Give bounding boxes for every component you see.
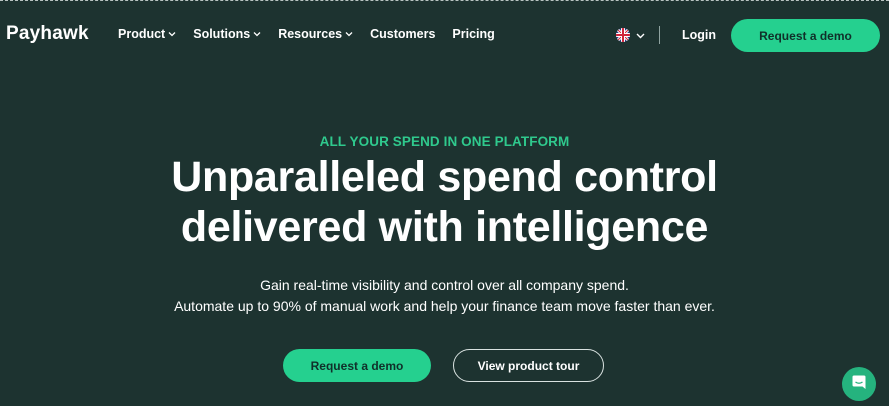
hero-request-demo-button[interactable]: Request a demo [283, 349, 431, 382]
request-demo-button[interactable]: Request a demo [731, 19, 880, 52]
nav-item-label: Resources [278, 27, 343, 41]
headline-line-1: Unparalleled spend control [171, 153, 718, 201]
top-navigation: Payhawk Product Solutions Resources Cust… [0, 0, 889, 70]
nav-item-resources[interactable]: Resources [278, 27, 353, 41]
hero-subtext: Gain real-time visibility and control ov… [0, 275, 889, 317]
subtext-line-2: Automate up to 90% of manual work and he… [174, 298, 715, 314]
view-product-tour-button[interactable]: View product tour [453, 349, 604, 382]
payhawk-logo[interactable]: Payhawk [6, 23, 89, 45]
hero-eyebrow: ALL YOUR SPEND IN ONE PLATFORM [319, 134, 570, 149]
chat-bubble-icon [851, 374, 867, 395]
nav-item-label: Solutions [193, 27, 251, 41]
chevron-down-icon [168, 30, 176, 38]
hero-headline: Unparalleled spend control delivered wit… [0, 152, 889, 252]
login-link[interactable]: Login [682, 28, 716, 42]
nav-item-label: Pricing [452, 27, 495, 41]
chat-widget-button[interactable] [842, 367, 876, 401]
nav-item-pricing[interactable]: Pricing [452, 27, 494, 41]
uk-flag-icon [616, 28, 630, 42]
subtext-line-1: Gain real-time visibility and control ov… [260, 277, 629, 293]
nav-item-product[interactable]: Product [118, 27, 176, 41]
nav-item-solutions[interactable]: Solutions [193, 27, 261, 41]
nav-item-label: Product [118, 27, 166, 41]
language-selector[interactable] [616, 28, 645, 42]
chevron-down-icon [345, 30, 353, 38]
nav-item-label: Customers [370, 27, 436, 41]
nav-item-customers[interactable]: Customers [370, 27, 435, 41]
main-menu: Product Solutions Resources Customers Pr… [118, 27, 512, 41]
chevron-down-icon [636, 31, 645, 40]
headline-line-2: delivered with intelligence [180, 203, 709, 251]
chevron-down-icon [253, 30, 261, 38]
nav-divider [659, 26, 660, 44]
